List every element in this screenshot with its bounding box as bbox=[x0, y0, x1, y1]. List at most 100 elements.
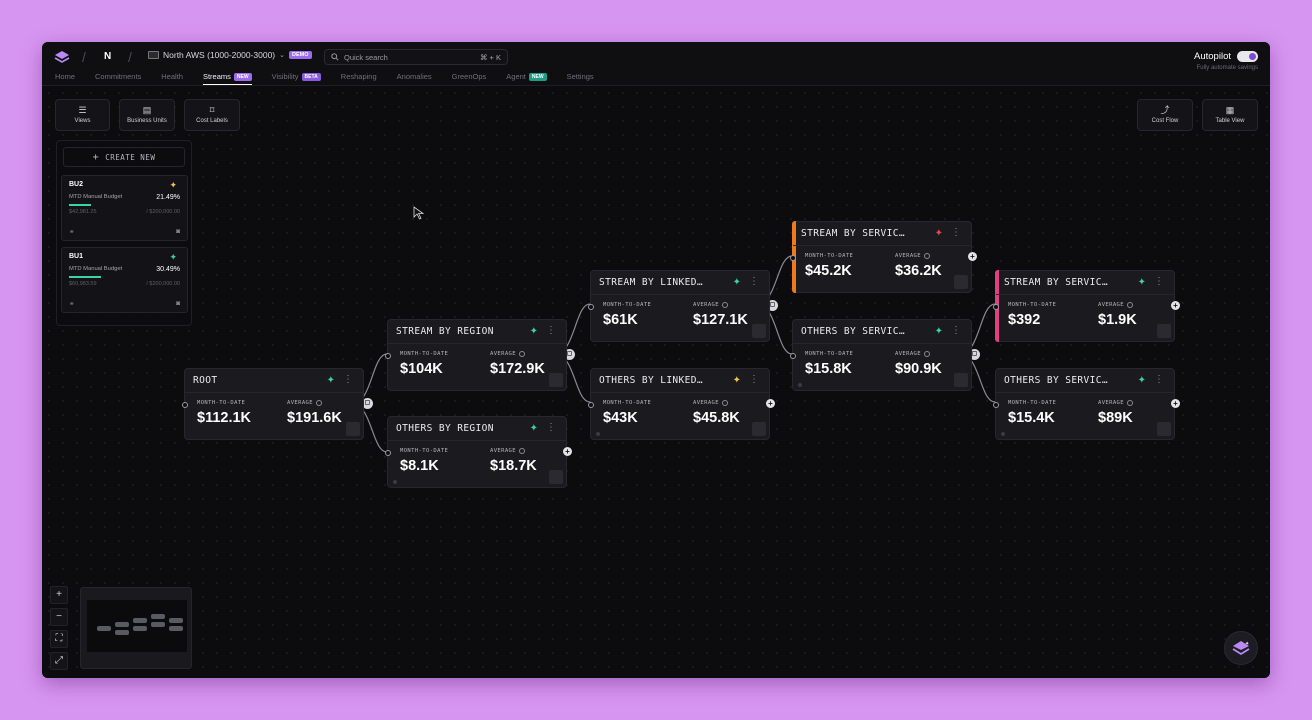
input-port[interactable] bbox=[588, 304, 594, 310]
expand-handle[interactable] bbox=[954, 373, 968, 387]
tab-reshaping[interactable]: Reshaping bbox=[341, 72, 377, 85]
info-icon[interactable] bbox=[518, 351, 525, 357]
bu-name: BU1 bbox=[69, 253, 84, 260]
node-stream-by-region[interactable]: STREAM BY REGION ✦ ⋮ MONTH-TO-DATE AVERA… bbox=[385, 319, 567, 391]
add-node-icon[interactable]: + bbox=[766, 399, 775, 408]
bu-card[interactable]: BU1 ✦ MTD Manual Budget 30.49% $60,983.59… bbox=[61, 247, 188, 313]
budget-label: MTD Manual Budget bbox=[69, 266, 123, 272]
input-port[interactable] bbox=[385, 353, 391, 359]
add-node-icon[interactable]: + bbox=[1171, 301, 1180, 310]
autopilot-toggle[interactable] bbox=[1237, 51, 1258, 62]
info-icon[interactable] bbox=[721, 302, 728, 308]
fullscreen-icon[interactable]: ⤢ bbox=[50, 652, 68, 670]
sparkle-icon[interactable]: ✦ bbox=[1138, 277, 1146, 288]
more-options-icon[interactable]: ⋮ bbox=[951, 227, 961, 238]
tab-settings[interactable]: Settings bbox=[567, 72, 594, 85]
more-options-icon[interactable]: ⋮ bbox=[546, 325, 556, 336]
input-port[interactable] bbox=[993, 304, 999, 310]
expand-handle[interactable] bbox=[346, 422, 360, 436]
minimap-node bbox=[151, 622, 165, 627]
zoom-in-button[interactable]: + bbox=[50, 586, 68, 604]
more-options-icon[interactable]: ⋮ bbox=[1154, 374, 1164, 385]
brand-logo-icon[interactable] bbox=[54, 50, 70, 64]
tab-home[interactable]: Home bbox=[55, 72, 75, 85]
info-icon[interactable] bbox=[1126, 400, 1133, 406]
sparkle-icon[interactable]: ✦ bbox=[935, 326, 943, 337]
camera-icon[interactable]: ◙ bbox=[176, 228, 180, 236]
expand-handle[interactable] bbox=[1157, 422, 1171, 436]
tab-visibility[interactable]: Visibility BETA bbox=[272, 72, 321, 85]
node-others-by-service[interactable]: OTHERS BY SERVIC… ✦ ⋮ MONTH-TO-DATE AVER… bbox=[790, 319, 972, 391]
minimap[interactable] bbox=[80, 587, 192, 669]
more-options-icon[interactable]: ⋮ bbox=[749, 276, 759, 287]
sparkle-icon[interactable]: ✦ bbox=[530, 423, 538, 434]
org-switcher[interactable]: N bbox=[104, 51, 111, 62]
views-button[interactable]: ☰ Views bbox=[55, 99, 110, 131]
quick-search-input[interactable]: Quick search ⌘ + K bbox=[324, 49, 508, 65]
sparkle-icon[interactable]: ✦ bbox=[327, 375, 335, 386]
cost-flow-button[interactable]: ⤴ Cost Flow bbox=[1137, 99, 1193, 131]
expand-handle[interactable] bbox=[549, 470, 563, 484]
sparkle-icon[interactable]: ✦ bbox=[1138, 375, 1146, 386]
expand-handle[interactable] bbox=[954, 275, 968, 289]
tab-greenops[interactable]: GreenOps bbox=[452, 72, 487, 85]
info-icon[interactable] bbox=[923, 351, 930, 357]
node-root[interactable]: ROOT ✦ ⋮ MONTH-TO-DATE AVERAGE $112.1K $… bbox=[182, 368, 364, 440]
assistant-button[interactable]: ✦ bbox=[1224, 631, 1258, 665]
more-options-icon[interactable]: ⋮ bbox=[343, 374, 353, 385]
tab-commitments[interactable]: Commitments bbox=[95, 72, 141, 85]
add-node-icon[interactable]: + bbox=[1171, 399, 1180, 408]
info-icon[interactable] bbox=[315, 400, 322, 406]
new-badge: NEW bbox=[528, 72, 547, 81]
link-icon[interactable]: ⚭ bbox=[69, 300, 74, 308]
tab-health[interactable]: Health bbox=[161, 72, 183, 85]
sparkle-icon[interactable]: ✦ bbox=[935, 228, 943, 239]
node-others-by-region[interactable]: OTHERS BY REGION ✦ ⋮ MONTH-TO-DATE AVERA… bbox=[385, 416, 572, 488]
tab-streams[interactable]: Streams NEW bbox=[202, 72, 252, 85]
more-options-icon[interactable]: ⋮ bbox=[1154, 276, 1164, 287]
input-port[interactable] bbox=[790, 255, 796, 261]
account-selector[interactable]: North AWS (1000-2000-3000) ⌄ DEMO bbox=[148, 50, 312, 60]
input-port[interactable] bbox=[790, 353, 796, 359]
link-icon[interactable]: ⚭ bbox=[69, 228, 74, 236]
sparkle-icon[interactable]: ✦ bbox=[169, 180, 177, 191]
add-node-icon[interactable]: + bbox=[968, 252, 977, 261]
info-icon[interactable] bbox=[923, 253, 930, 259]
node-others-by-service[interactable]: OTHERS BY SERVIC… ✦ ⋮ MONTH-TO-DATE AVER… bbox=[993, 368, 1180, 440]
sparkle-icon[interactable]: ✦ bbox=[530, 326, 538, 337]
node-others-by-linked[interactable]: OTHERS BY LINKED… ✦ ⋮ MONTH-TO-DATE AVER… bbox=[588, 368, 775, 440]
expand-handle[interactable] bbox=[752, 324, 766, 338]
node-stream-by-service[interactable]: STREAM BY SERVIC… ✦ ⋮ MONTH-TO-DATE AVER… bbox=[790, 221, 977, 293]
sparkle-icon[interactable]: ✦ bbox=[733, 277, 741, 288]
divider bbox=[793, 343, 971, 344]
more-options-icon[interactable]: ⋮ bbox=[951, 325, 961, 336]
business-units-button[interactable]: ▤ Business Units bbox=[119, 99, 175, 131]
table-view-button[interactable]: ▦ Table View bbox=[1202, 99, 1258, 131]
more-options-icon[interactable]: ⋮ bbox=[749, 374, 759, 385]
sparkle-icon[interactable]: ✦ bbox=[733, 375, 741, 386]
zoom-out-button[interactable]: − bbox=[50, 608, 68, 626]
sparkle-icon[interactable]: ✦ bbox=[169, 252, 177, 263]
input-port[interactable] bbox=[588, 402, 594, 408]
tab-anomalies[interactable]: Anomalies bbox=[397, 72, 432, 85]
more-options-icon[interactable]: ⋮ bbox=[546, 422, 556, 433]
create-new-button[interactable]: + CREATE NEW bbox=[63, 147, 185, 167]
input-port[interactable] bbox=[993, 402, 999, 408]
tab-agent[interactable]: Agent NEW bbox=[506, 72, 547, 85]
minimap-node bbox=[115, 630, 129, 635]
input-port[interactable] bbox=[385, 450, 391, 456]
expand-handle[interactable] bbox=[1157, 324, 1171, 338]
info-icon[interactable] bbox=[1126, 302, 1133, 308]
camera-icon[interactable]: ◙ bbox=[176, 300, 180, 308]
bu-card[interactable]: BU2 ✦ MTD Manual Budget 21.49% $42,981.25… bbox=[61, 175, 188, 241]
info-icon[interactable] bbox=[721, 400, 728, 406]
cost-labels-button[interactable]: ⌑ Cost Labels bbox=[184, 99, 240, 131]
fit-view-icon[interactable]: ⛶ bbox=[50, 630, 68, 648]
info-icon[interactable] bbox=[518, 448, 525, 454]
add-node-icon[interactable]: + bbox=[563, 447, 572, 456]
input-port[interactable] bbox=[182, 402, 188, 408]
expand-handle[interactable] bbox=[549, 373, 563, 387]
node-stream-by-linked[interactable]: STREAM BY LINKED… ✦ ⋮ MONTH-TO-DATE AVER… bbox=[588, 270, 770, 342]
expand-handle[interactable] bbox=[752, 422, 766, 436]
node-stream-by-service[interactable]: STREAM BY SERVIC… ✦ ⋮ MONTH-TO-DATE AVER… bbox=[993, 270, 1180, 342]
